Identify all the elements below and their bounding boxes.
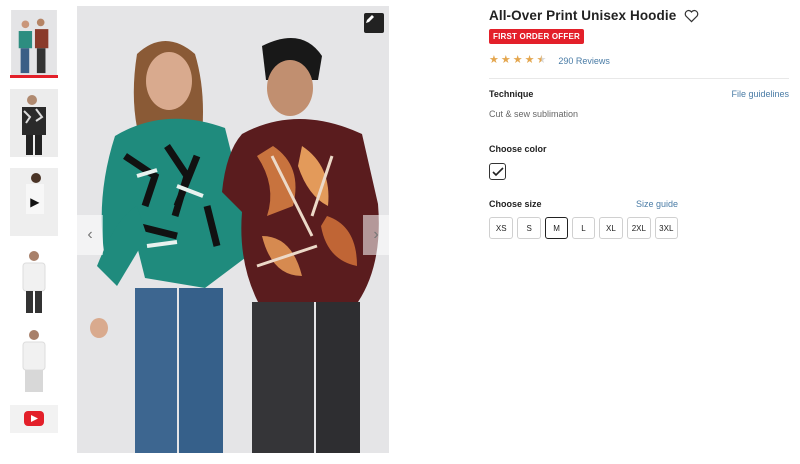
technique-label: Technique (489, 89, 534, 99)
file-guidelines-link[interactable]: File guidelines (731, 89, 789, 99)
thumbnail-video[interactable]: ▶ (10, 168, 58, 236)
size-guide-link[interactable]: Size guide (636, 199, 678, 209)
rating-row: ★ ★ ★ ★ ★ 290 Reviews (489, 55, 789, 66)
divider (489, 78, 789, 79)
half-star-icon: ★ (536, 54, 547, 66)
thumbnail-man-white-front[interactable] (10, 247, 58, 315)
pencil-icon (366, 15, 374, 23)
youtube-icon (10, 405, 58, 433)
first-order-badge: FIRST ORDER OFFER (489, 29, 584, 44)
checkmark-icon (491, 166, 504, 176)
color-swatch-selected[interactable] (489, 163, 506, 180)
thumbnail-youtube[interactable] (10, 405, 58, 433)
thumbnail-woman-dark-image (10, 89, 58, 157)
heart-icon[interactable] (684, 9, 699, 23)
size-option-s[interactable]: S (517, 217, 541, 239)
previous-image-button[interactable]: ‹ (77, 215, 103, 255)
rating-stars: ★ ★ ★ ★ ★ (489, 55, 546, 66)
edit-design-button[interactable] (364, 13, 384, 33)
thumbnail-couple[interactable] (10, 10, 58, 78)
choose-size-label: Choose size (489, 199, 542, 209)
size-option-m[interactable]: M (544, 217, 569, 239)
thumbnail-woman-dark[interactable] (10, 89, 58, 157)
size-option-xl[interactable]: XL (598, 217, 624, 239)
size-option-2xl[interactable]: 2XL (627, 217, 651, 239)
size-option-xs[interactable]: XS (489, 217, 514, 239)
main-product-image[interactable]: ‹ › (77, 6, 389, 453)
star-icon: ★ (500, 54, 511, 66)
product-info-panel: All-Over Print Unisex Hoodie FIRST ORDER… (489, 8, 789, 239)
product-title: All-Over Print Unisex Hoodie (489, 8, 677, 23)
star-icon: ★ (512, 54, 523, 66)
chevron-right-icon: › (373, 226, 379, 243)
reviews-link[interactable]: 290 Reviews (558, 56, 610, 66)
thumbnail-man-white-front-image (10, 247, 58, 315)
star-icon: ★ (524, 54, 535, 66)
size-option-l[interactable]: L (572, 217, 595, 239)
thumbnail-man-white-side[interactable] (10, 326, 58, 394)
play-icon: ▶ (30, 195, 40, 209)
thumbnail-man-white-side-image (10, 326, 58, 394)
size-option-3xl[interactable]: 3XL (654, 217, 679, 239)
chevron-left-icon: ‹ (87, 226, 93, 243)
thumbnail-list: ▶ (10, 10, 58, 444)
choose-color-label: Choose color (489, 144, 547, 154)
technique-value: Cut & sew sublimation (489, 109, 579, 119)
size-options: XS S M L XL 2XL 3XL (489, 217, 679, 239)
next-image-button[interactable]: › (363, 215, 389, 255)
product-photo (77, 6, 389, 453)
thumbnail-couple-image (11, 10, 57, 75)
star-icon: ★ (489, 54, 499, 66)
